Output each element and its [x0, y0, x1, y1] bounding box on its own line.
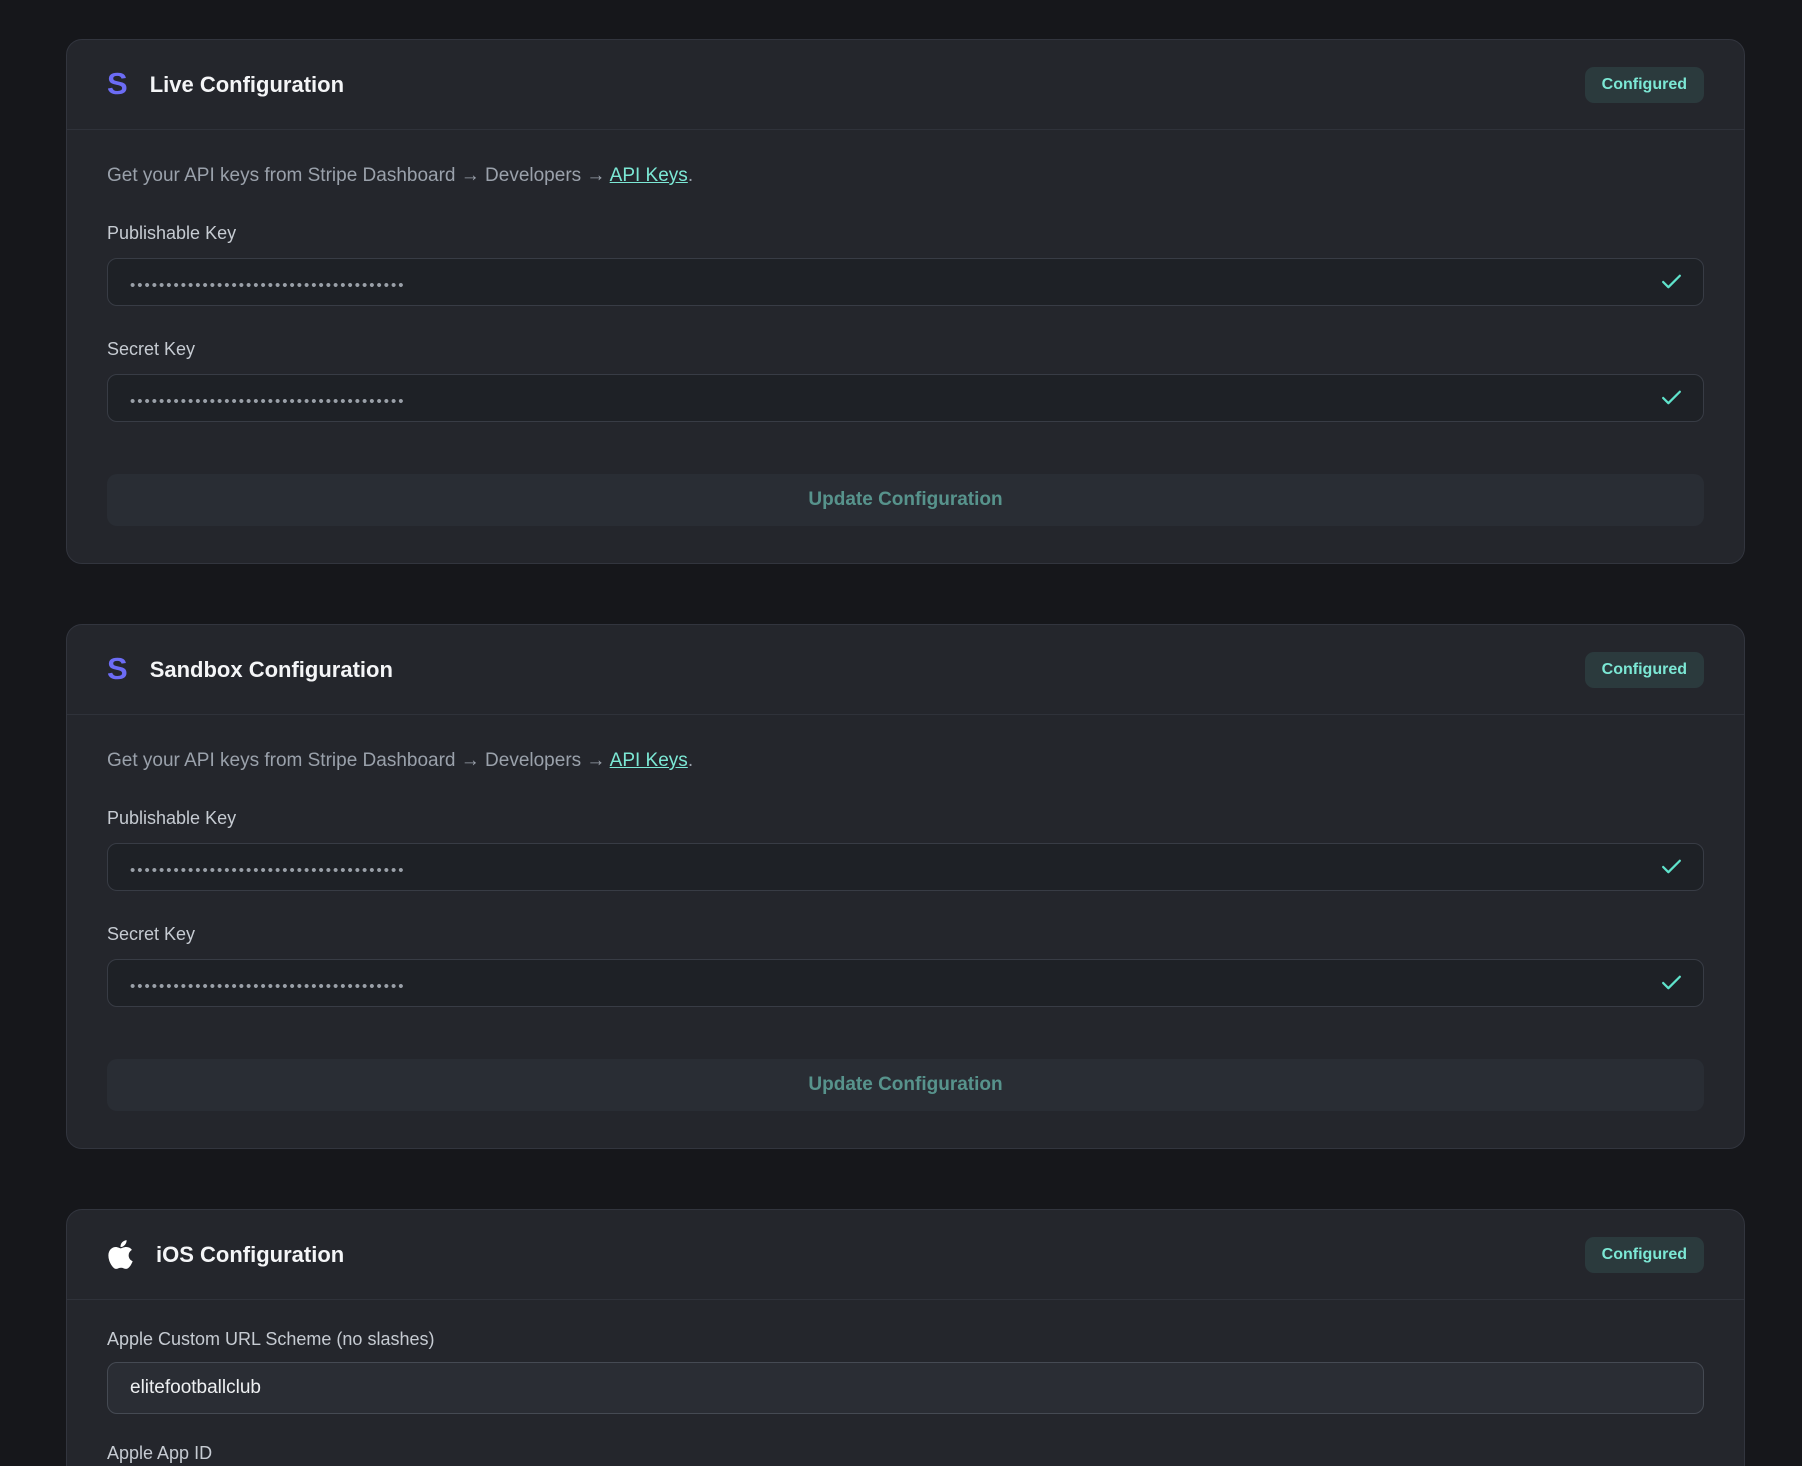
url-scheme-input[interactable] — [107, 1362, 1704, 1414]
api-keys-description: Get your API keys from Stripe Dashboard … — [107, 162, 1704, 190]
status-badge: Configured — [1585, 652, 1704, 688]
description-text: Get your API keys from Stripe Dashboard … — [107, 165, 610, 186]
url-scheme-label: Apple Custom URL Scheme (no slashes) — [107, 1328, 1704, 1350]
card-body: Get your API keys from Stripe Dashboard … — [67, 130, 1744, 564]
description-suffix: . — [688, 165, 693, 186]
secret-key-field — [107, 959, 1704, 1007]
live-configuration-card: S Live Configuration Configured Get your… — [66, 39, 1745, 564]
check-icon — [1659, 971, 1684, 996]
check-icon — [1659, 855, 1684, 880]
description-text: Get your API keys from Stripe Dashboard … — [107, 750, 610, 771]
ios-configuration-card: iOS Configuration Configured Apple Custo… — [66, 1209, 1745, 1466]
apple-icon — [107, 1238, 134, 1271]
publishable-key-field — [107, 843, 1704, 891]
secret-key-field — [107, 374, 1704, 422]
secret-key-input[interactable] — [107, 374, 1704, 422]
stripe-s-icon: S — [107, 653, 128, 684]
update-configuration-button[interactable]: Update Configuration — [107, 1059, 1704, 1111]
description-suffix: . — [688, 750, 693, 771]
sandbox-configuration-card: S Sandbox Configuration Configured Get y… — [66, 624, 1745, 1149]
card-title: Live Configuration — [150, 72, 344, 98]
secret-key-label: Secret Key — [107, 338, 1704, 360]
publishable-key-input[interactable] — [107, 843, 1704, 891]
publishable-key-label: Publishable Key — [107, 222, 1704, 244]
apple-app-id-label: Apple App ID — [107, 1442, 1704, 1464]
stripe-s-icon: S — [107, 68, 128, 99]
status-badge: Configured — [1585, 67, 1704, 103]
url-scheme-field — [107, 1362, 1704, 1414]
card-title: iOS Configuration — [156, 1242, 344, 1268]
card-body: Apple Custom URL Scheme (no slashes) App… — [67, 1300, 1744, 1466]
check-icon — [1659, 386, 1684, 411]
card-header: S Live Configuration Configured — [67, 40, 1744, 130]
status-badge: Configured — [1585, 1237, 1704, 1273]
update-configuration-button[interactable]: Update Configuration — [107, 474, 1704, 526]
secret-key-input[interactable] — [107, 959, 1704, 1007]
card-title: Sandbox Configuration — [150, 657, 393, 683]
card-body: Get your API keys from Stripe Dashboard … — [67, 715, 1744, 1149]
secret-key-label: Secret Key — [107, 923, 1704, 945]
card-header: S Sandbox Configuration Configured — [67, 625, 1744, 715]
publishable-key-input[interactable] — [107, 258, 1704, 306]
check-icon — [1659, 270, 1684, 295]
settings-page: S Live Configuration Configured Get your… — [0, 0, 1802, 1466]
card-header: iOS Configuration Configured — [67, 1210, 1744, 1300]
api-keys-description: Get your API keys from Stripe Dashboard … — [107, 747, 1704, 775]
api-keys-link[interactable]: API Keys — [610, 165, 688, 186]
api-keys-link[interactable]: API Keys — [610, 750, 688, 771]
publishable-key-label: Publishable Key — [107, 807, 1704, 829]
publishable-key-field — [107, 258, 1704, 306]
